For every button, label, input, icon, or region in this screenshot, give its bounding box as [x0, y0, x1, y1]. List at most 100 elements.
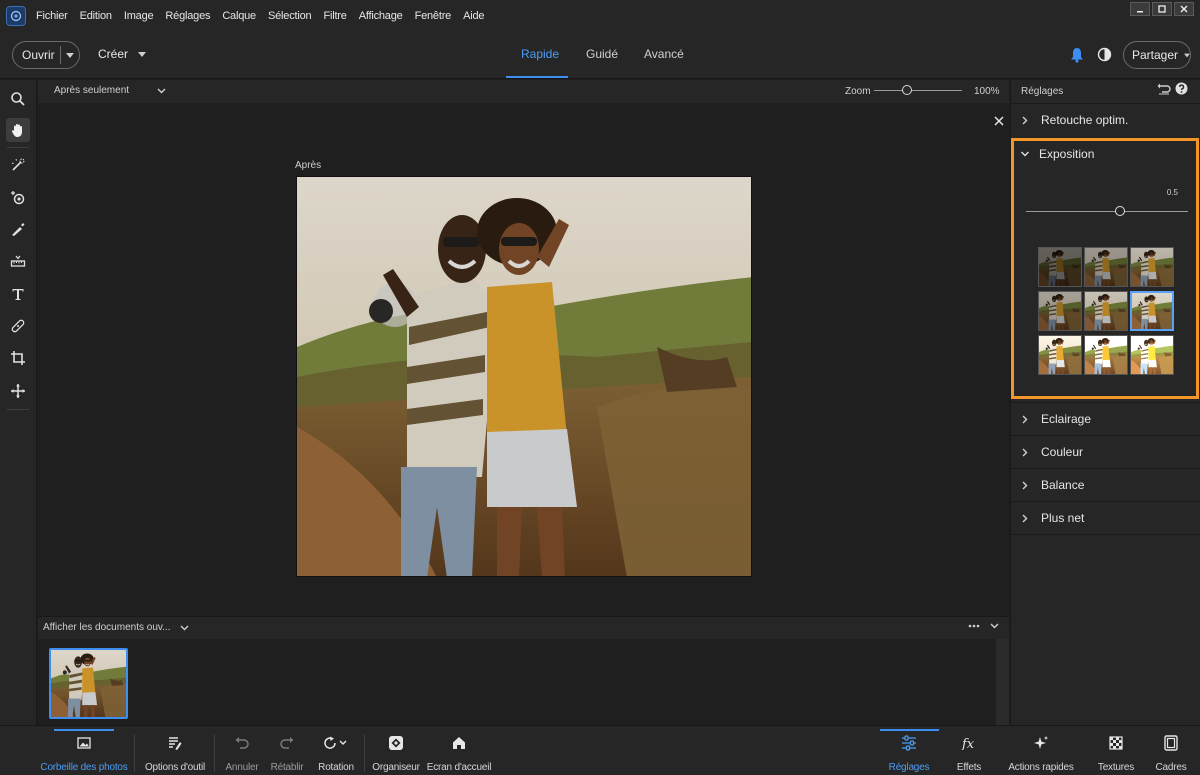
menu-selection[interactable]: Sélection — [268, 10, 312, 22]
canvas-area: Après — [38, 103, 1009, 616]
section-plus-net[interactable]: Plus net — [1011, 501, 1200, 535]
zoom-slider-thumb[interactable] — [902, 85, 913, 95]
open-dropdown-icon[interactable] — [61, 52, 79, 58]
section-exposition: Exposition 0.5 — [1011, 138, 1199, 399]
bottom-label: Annuler — [225, 762, 259, 773]
zoom-value: 100% — [974, 86, 1000, 97]
documents-selector[interactable]: Afficher les documents ouv... — [43, 622, 189, 633]
zoom-tool-icon[interactable] — [6, 87, 30, 111]
section-retouche-optim[interactable]: Retouche optim. — [1011, 103, 1200, 136]
organizer-button[interactable]: Organiseur — [372, 730, 420, 773]
exposure-slider-track[interactable] — [1026, 211, 1188, 212]
exposure-preset-thumbnail[interactable] — [1038, 247, 1082, 287]
documents-label: Afficher les documents ouv... — [43, 622, 171, 633]
whiten-teeth-icon[interactable] — [6, 217, 30, 241]
menu-bar: Fichier Edition Image Réglages Calque Sé… — [0, 0, 1200, 32]
menu-calque[interactable]: Calque — [222, 10, 256, 22]
hand-tool-icon[interactable] — [6, 118, 30, 142]
exposition-header[interactable]: Exposition — [1014, 141, 1094, 167]
tab-guide[interactable]: Guidé — [586, 47, 618, 61]
move-icon[interactable] — [6, 379, 30, 403]
after-label: Après — [295, 160, 322, 171]
zoom-slider-track[interactable] — [874, 90, 962, 91]
exposure-preset-thumbnail[interactable] — [1084, 335, 1128, 375]
home-icon — [452, 730, 466, 756]
section-balance[interactable]: Balance — [1011, 468, 1200, 501]
section-label: Exposition — [1039, 147, 1095, 161]
section-couleur[interactable]: Couleur — [1011, 435, 1200, 468]
exposure-preset-thumbnail[interactable] — [1130, 335, 1174, 375]
type-tool-icon[interactable] — [6, 282, 30, 306]
spot-healing-icon[interactable] — [6, 314, 30, 338]
create-label: Créer — [98, 47, 129, 61]
redo-icon — [280, 730, 294, 756]
documents-scrollbar[interactable] — [996, 639, 1009, 726]
window-controls — [1130, 2, 1194, 16]
crop-icon[interactable] — [6, 346, 30, 370]
menu-image[interactable]: Image — [124, 10, 154, 22]
bottom-label: Ecran d'accueil — [426, 762, 492, 773]
bottom-label: Cadres — [1155, 762, 1187, 773]
zoom-label: Zoom — [845, 86, 871, 97]
photo-bin-button[interactable]: Corbeille des photos — [40, 730, 128, 773]
reset-icon[interactable] — [1157, 83, 1171, 95]
share-label: Partager — [1132, 48, 1179, 62]
open-button[interactable]: Ouvrir — [12, 41, 80, 69]
document-thumbnail[interactable] — [49, 648, 128, 719]
menu-aide[interactable]: Aide — [463, 10, 484, 22]
menu-fichier[interactable]: Fichier — [36, 10, 68, 22]
bottom-label: Organiseur — [372, 762, 420, 773]
adjustments-button[interactable]: Réglages — [884, 730, 934, 773]
app-logo-icon — [6, 6, 26, 26]
exposure-preset-thumbnail[interactable] — [1084, 247, 1128, 287]
rotate-button[interactable]: Rotation — [316, 730, 356, 773]
menu-reglages[interactable]: Réglages — [165, 10, 210, 22]
menu-edition[interactable]: Edition — [80, 10, 112, 22]
minimize-button[interactable] — [1130, 2, 1150, 16]
tool-options-button[interactable]: Options d'outil — [145, 730, 205, 773]
menu-filtre[interactable]: Filtre — [323, 10, 346, 22]
tab-avance[interactable]: Avancé — [644, 47, 684, 61]
documents-strip — [38, 639, 996, 726]
more-options-icon[interactable] — [968, 624, 980, 628]
exposure-preset-thumbnail[interactable] — [1130, 291, 1174, 331]
menu-affichage[interactable]: Affichage — [359, 10, 403, 22]
view-mode-select[interactable]: Après seulement — [54, 85, 166, 96]
help-icon[interactable] — [1175, 82, 1188, 95]
quick-selection-icon[interactable] — [6, 153, 30, 177]
adjustments-icon — [901, 730, 917, 756]
undo-button[interactable]: Annuler — [225, 730, 259, 773]
section-label: Retouche optim. — [1041, 113, 1129, 127]
tab-rapide[interactable]: Rapide — [521, 47, 559, 61]
textures-button[interactable]: Textures — [1094, 730, 1138, 773]
exposure-preset-thumbnail[interactable] — [1038, 335, 1082, 375]
red-eye-icon[interactable] — [6, 186, 30, 210]
straighten-icon[interactable] — [6, 249, 30, 273]
theme-toggle-icon[interactable] — [1097, 47, 1112, 62]
frames-button[interactable]: Cadres — [1152, 730, 1190, 773]
quick-actions-button[interactable]: Actions rapides — [1006, 730, 1076, 773]
frames-icon — [1164, 730, 1178, 756]
create-button[interactable]: Créer — [98, 47, 147, 61]
close-window-button[interactable] — [1174, 2, 1194, 16]
effects-button[interactable]: fx Effets — [950, 730, 988, 773]
chevron-right-icon — [1022, 514, 1028, 522]
notification-bell-icon[interactable] — [1070, 47, 1084, 63]
section-eclairage[interactable]: Eclairage — [1011, 402, 1200, 435]
redo-button[interactable]: Rétablir — [270, 730, 304, 773]
exposure-preset-thumbnail[interactable] — [1038, 291, 1082, 331]
exposure-value: 0.5 — [1166, 188, 1178, 197]
share-button[interactable]: Partager — [1123, 41, 1191, 69]
panel-title: Réglages — [1021, 86, 1064, 97]
bottom-label: Actions rapides — [1008, 762, 1074, 773]
close-icon[interactable] — [994, 116, 1004, 126]
tool-divider — [7, 147, 29, 148]
maximize-button[interactable] — [1152, 2, 1172, 16]
exposure-slider-thumb[interactable] — [1114, 206, 1125, 216]
exposure-preset-thumbnail[interactable] — [1084, 291, 1128, 331]
photo-canvas[interactable] — [296, 176, 752, 577]
home-screen-button[interactable]: Ecran d'accueil — [427, 730, 491, 773]
menu-fenetre[interactable]: Fenêtre — [415, 10, 452, 22]
exposure-preset-thumbnail[interactable] — [1130, 247, 1174, 287]
collapse-icon[interactable] — [990, 623, 999, 629]
